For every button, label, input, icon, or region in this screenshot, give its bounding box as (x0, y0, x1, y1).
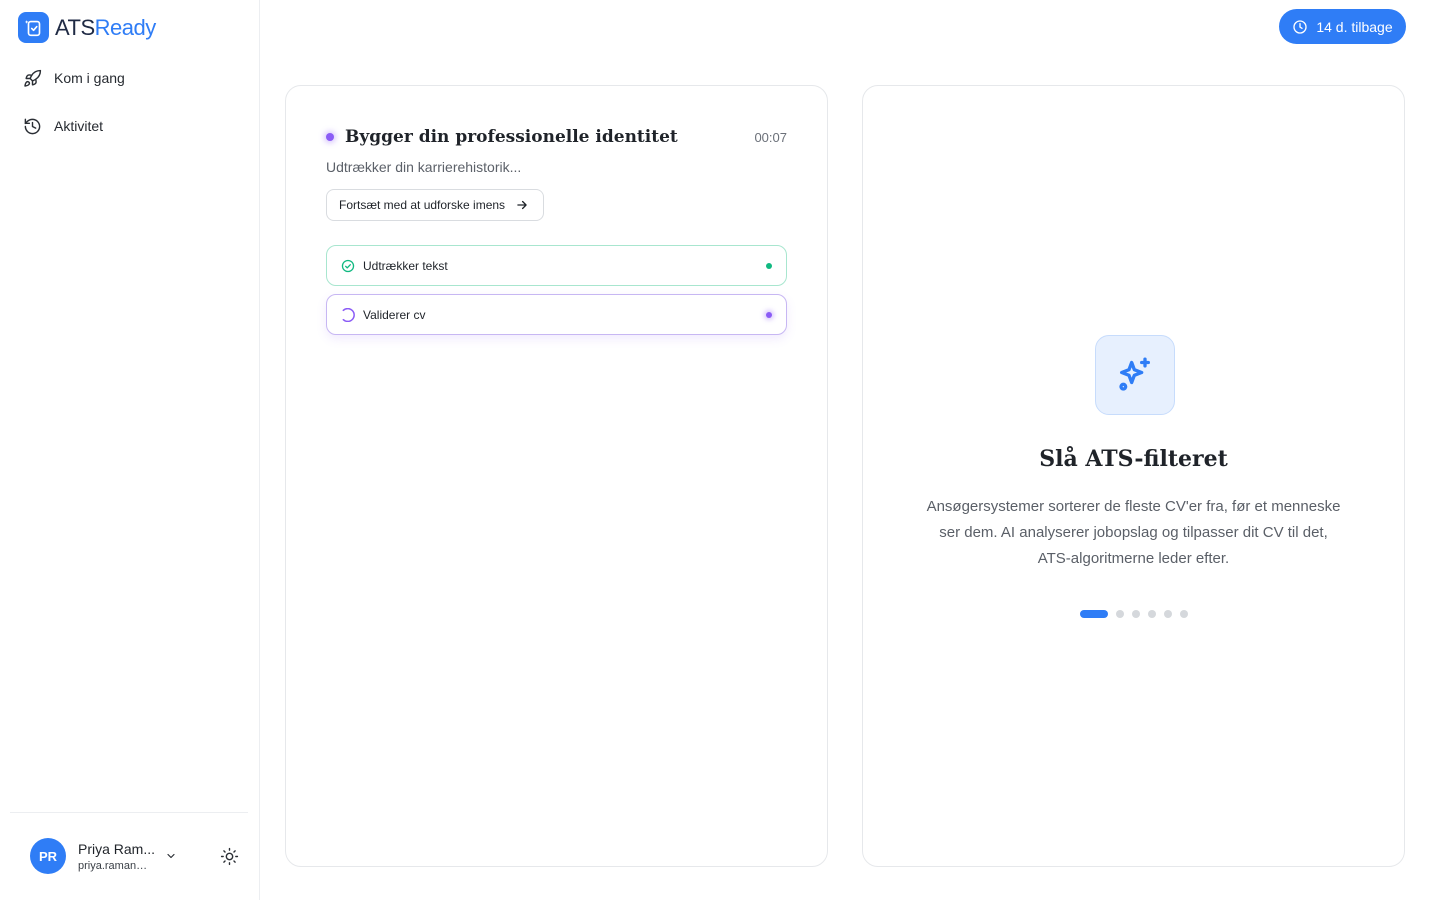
app-root: ATSReady Kom i gang Aktivitet PR Priya R… (0, 0, 1440, 900)
brand-name-part2: Ready (94, 14, 157, 40)
loading-spinner-icon (341, 307, 355, 322)
sidebar-item-aktivitet[interactable]: Aktivitet (10, 106, 250, 146)
step-item-validate-cv: Validerer cv (326, 294, 787, 335)
brand-logo-icon (18, 12, 49, 43)
tip-title: Slå ATS-filteret (1039, 446, 1228, 472)
sidebar-footer: PR Priya Ram... priya.raman@... (10, 812, 248, 900)
user-menu[interactable]: PR Priya Ram... priya.raman@... (30, 838, 180, 874)
trial-days-button[interactable]: 14 d. tilbage (1279, 9, 1406, 44)
progress-title: Bygger din professionelle identitet (345, 127, 678, 147)
tip-card: Slå ATS-filteret Ansøgersystemer sortere… (862, 85, 1405, 867)
user-info: Priya Ram... priya.raman@... (78, 841, 156, 872)
status-indicator-dot (326, 133, 334, 141)
carousel-dot-1[interactable] (1079, 610, 1108, 618)
sidebar-nav: Kom i gang Aktivitet (10, 58, 250, 154)
sun-icon[interactable] (218, 845, 240, 867)
user-name: Priya Ram... (78, 840, 156, 857)
elapsed-timer: 00:07 (754, 129, 787, 145)
progress-card: Bygger din professionelle identitet 00:0… (285, 85, 828, 867)
sidebar: ATSReady Kom i gang Aktivitet PR Priya R… (0, 0, 260, 900)
carousel-dot-6[interactable] (1179, 610, 1188, 618)
avatar: PR (30, 838, 66, 874)
brand-name: ATSReady (55, 15, 156, 41)
sparkles-icon (1095, 335, 1175, 415)
step-label: Udtrækker tekst (363, 258, 448, 273)
arrow-right-icon (515, 198, 529, 212)
carousel-dot-4[interactable] (1147, 610, 1156, 618)
rocket-icon (22, 68, 42, 88)
history-icon (22, 116, 42, 136)
trial-days-label: 14 d. tilbage (1316, 18, 1393, 35)
user-email: priya.raman@... (78, 859, 156, 872)
continue-exploring-label: Fortsæt med at udforske imens (339, 198, 506, 212)
continue-exploring-button[interactable]: Fortsæt med at udforske imens (326, 189, 545, 221)
sidebar-item-kom-i-gang[interactable]: Kom i gang (10, 58, 250, 98)
tip-text: Ansøgersystemer sorterer de fleste CV'er… (926, 498, 1341, 567)
tip-carousel-pagination (863, 610, 1404, 618)
brand-logo-link[interactable]: ATSReady (18, 12, 156, 43)
progress-subtitle: Udtrækker din karrierehistorik... (326, 159, 522, 175)
step-item-extract-text: Udtrækker tekst (326, 245, 787, 286)
check-circle-icon (341, 259, 355, 273)
brand-name-part1: ATS (55, 14, 95, 40)
carousel-dot-2[interactable] (1115, 610, 1124, 618)
chevron-down-icon[interactable] (162, 847, 180, 865)
step-status-dot (766, 262, 772, 269)
step-status-dot (766, 311, 772, 318)
carousel-dot-3[interactable] (1131, 610, 1140, 618)
progress-header: Bygger din professionelle identitet 00:0… (326, 126, 787, 148)
carousel-dot-5[interactable] (1163, 610, 1172, 618)
clock-icon (1292, 19, 1308, 35)
sidebar-item-label: Kom i gang (54, 70, 125, 86)
step-label: Validerer cv (363, 307, 426, 322)
sidebar-item-label: Aktivitet (54, 118, 104, 134)
